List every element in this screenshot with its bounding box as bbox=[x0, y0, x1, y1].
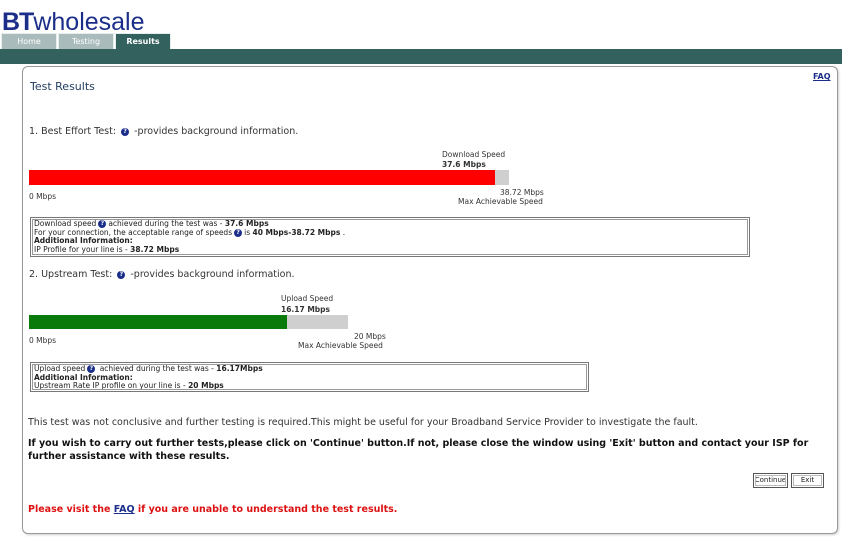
ip-profile-label: IP Profile for your line is - bbox=[34, 244, 131, 254]
upload-info-box: Upload speed? achieved during the test w… bbox=[30, 362, 589, 392]
continue-button[interactable]: Continue bbox=[753, 473, 788, 488]
bt-wholesale-logo: BTwholesale bbox=[2, 8, 145, 36]
download-min-label: 0 Mbps bbox=[29, 192, 57, 201]
faq-link-top[interactable]: FAQ bbox=[813, 72, 831, 81]
help-icon[interactable]: ? bbox=[117, 270, 126, 279]
ip-profile-value: 38.72 Mbps bbox=[130, 244, 180, 254]
range-end: . bbox=[340, 227, 346, 237]
logo-bt: BT bbox=[2, 8, 34, 36]
upload-speed-value-wrap: 16.17 Mbps bbox=[281, 305, 330, 314]
download-bar-fill bbox=[29, 170, 496, 185]
upload-bar bbox=[29, 315, 348, 329]
tab-results[interactable]: Results bbox=[115, 33, 171, 49]
page-title: Test Results bbox=[30, 80, 95, 93]
upload-info-value: 16.17Mbps bbox=[216, 364, 263, 373]
header-band bbox=[0, 49, 842, 64]
instruction-message: If you wish to carry out further tests,p… bbox=[28, 438, 809, 462]
best-effort-heading: 1. Best Effort Test: ? -provides backgro… bbox=[29, 126, 298, 137]
download-info-line2: For your connection, the acceptable rang… bbox=[34, 227, 746, 238]
best-effort-heading-text: 1. Best Effort Test: bbox=[29, 126, 117, 137]
upload-min-label: 0 Mbps bbox=[29, 336, 57, 345]
help-icon[interactable]: ? bbox=[121, 127, 130, 136]
download-bar bbox=[29, 170, 509, 185]
upstream-profile-value: 20 Mbps bbox=[188, 381, 224, 390]
tab-home[interactable]: Home bbox=[1, 33, 57, 49]
visit-prefix: Please visit the bbox=[28, 504, 114, 515]
help-icon[interactable]: ? bbox=[234, 228, 243, 237]
upload-bar-fill bbox=[29, 315, 287, 329]
download-speed-value-wrap: 37.6 Mbps bbox=[442, 160, 486, 169]
download-info-box: Download speed? achieved during the test … bbox=[30, 217, 750, 257]
inconclusive-message: This test was not conclusive and further… bbox=[28, 417, 698, 428]
upstream-heading-suffix: -provides background information. bbox=[130, 269, 295, 280]
upstream-profile-label: Upstream Rate IP profile on your line is… bbox=[34, 381, 189, 390]
upstream-heading: 2. Upstream Test: ? -provides background… bbox=[29, 269, 295, 280]
range-value: 40 Mbps-38.72 Mbps bbox=[252, 227, 341, 237]
upload-speed-caption: Upload Speed bbox=[281, 294, 334, 303]
download-speed-caption: Download Speed bbox=[442, 150, 506, 159]
upload-speed-value: 16.17 Mbps bbox=[281, 305, 330, 314]
range-mid: is bbox=[244, 227, 253, 237]
download-max-value: 38.72 Mbps bbox=[500, 188, 544, 197]
visit-suffix: if you are unable to understand the test… bbox=[134, 504, 398, 515]
faq-visit-message: Please visit the FAQ if you are unable t… bbox=[28, 504, 397, 515]
upload-max-caption: Max Achievable Speed bbox=[298, 341, 383, 350]
download-max-caption: Max Achievable Speed bbox=[458, 197, 543, 206]
download-info-line4: IP Profile for your line is - 38.72 Mbps bbox=[34, 244, 746, 255]
best-effort-heading-suffix: -provides background information. bbox=[134, 126, 299, 137]
faq-link-bottom[interactable]: FAQ bbox=[114, 504, 135, 515]
download-speed-value: 37.6 Mbps bbox=[442, 160, 486, 169]
upstream-heading-text: 2. Upstream Test: bbox=[29, 269, 113, 280]
nav-tabs: Home Testing Results bbox=[1, 33, 172, 49]
upload-max-value: 20 Mbps bbox=[354, 332, 386, 341]
exit-button[interactable]: Exit bbox=[791, 473, 824, 488]
logo-wholesale: wholesale bbox=[33, 8, 145, 36]
tab-testing[interactable]: Testing bbox=[58, 33, 114, 49]
upload-info-line3: Upstream Rate IP profile on your line is… bbox=[34, 381, 585, 391]
